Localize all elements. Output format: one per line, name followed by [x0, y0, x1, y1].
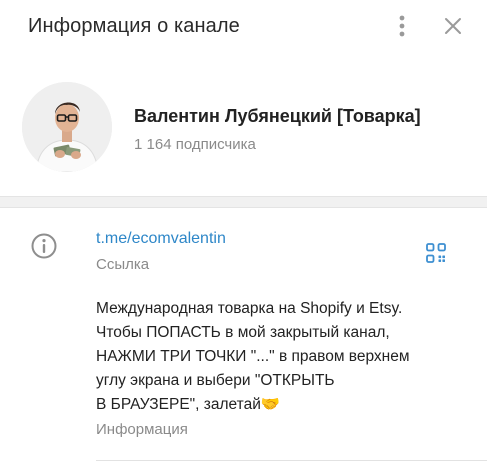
channel-name: Валентин Лубянецкий [Товарка] [134, 106, 421, 126]
link-label: Ссылка [96, 256, 150, 273]
close-button[interactable] [438, 10, 468, 42]
channel-avatar-image [22, 82, 112, 172]
section-divider [0, 196, 487, 208]
more-options-button[interactable] [388, 10, 416, 42]
qr-code-button[interactable] [424, 241, 448, 265]
avatar[interactable] [22, 82, 112, 172]
qr-code-icon [426, 243, 446, 263]
dialog-header: Информация о канале [0, 0, 487, 56]
close-icon [445, 18, 461, 34]
channel-profile: Валентин Лубянецкий [Товарка] 1 164 подп… [0, 56, 487, 196]
subscriber-count: 1 164 подписчика [134, 136, 256, 153]
channel-link[interactable]: t.me/ecomvalentin [96, 230, 226, 248]
description-label: Информация [96, 421, 188, 438]
channel-description: Международная товарка на Shopify и Etsy.… [96, 300, 410, 413]
dialog-title: Информация о канале [28, 15, 240, 37]
channel-info-section: t.me/ecomvalentin Ссылка Международная т… [0, 208, 487, 467]
more-vertical-icon [399, 15, 405, 37]
info-icon [30, 232, 58, 260]
divider [96, 460, 487, 461]
